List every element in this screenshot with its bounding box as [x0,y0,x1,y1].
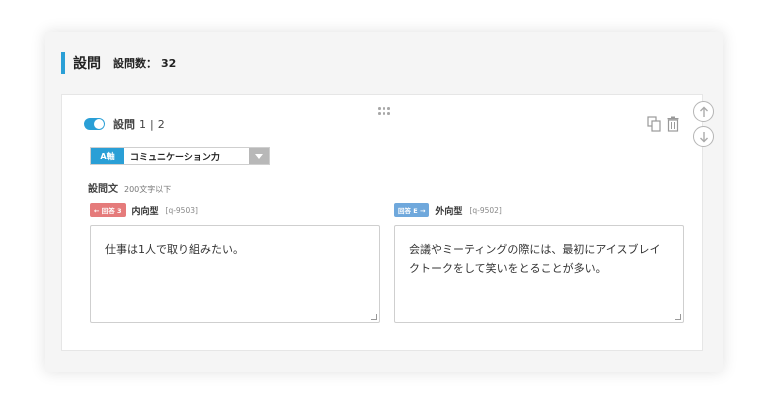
option-right-type: 外向型 [435,206,463,217]
question-header: 設問 1 | 2 [84,116,165,132]
option-left-text: 仕事は1人で取り組みたい。 [105,243,244,256]
question-label: 設問 [113,118,135,131]
category-badge: A軸 [91,148,124,164]
chevron-down-icon[interactable] [249,148,269,164]
arrow-down-icon [699,131,708,142]
question-total: 2 [157,117,165,131]
question-text-limit: 200文字以下 [124,185,172,194]
question-separator: | [150,117,154,131]
question-enabled-toggle[interactable] [84,118,105,130]
resize-grip-icon[interactable] [675,314,681,320]
section-title: 設問 [73,56,101,72]
section-header: 設問 設問数： 32 [61,52,176,74]
question-text-label: 設問文 [88,184,118,195]
option-right-badge: 回答 E → [394,203,430,217]
drag-handle-icon[interactable] [378,107,390,117]
option-right-code: [q-9502] [469,205,502,215]
reorder-buttons [693,101,714,147]
card-actions [647,116,679,132]
trash-icon[interactable] [667,116,679,132]
question-card: 設問 1 | 2 A軸 コミュニケーション力 設問文 200文字以下 ← 回答 … [61,94,703,351]
option-left-header: ← 回答 3 内向型 [q-9503] [90,203,198,217]
section-accent-bar [61,52,65,74]
option-right-text: 会議やミーティングの際には、最初にアイスブレイクトークをして笑いをとることが多い… [409,243,661,275]
move-down-button[interactable] [693,126,714,147]
category-select[interactable]: A軸 コミュニケーション力 [90,147,270,165]
question-number: 1 [139,117,146,131]
question-text-label-row: 設問文 200文字以下 [88,180,171,195]
option-left-textarea[interactable]: 仕事は1人で取り組みたい。 [90,225,380,323]
copy-icon[interactable] [647,116,661,132]
question-count-value: 32 [161,56,177,70]
move-up-button[interactable] [693,101,714,122]
category-value: コミュニケーション力 [130,152,220,163]
question-section-panel: 設問 設問数： 32 設問 1 | 2 A軸 コミュニケーション力 設問文 20… [45,32,723,372]
option-left-type: 内向型 [131,206,159,217]
option-right-textarea[interactable]: 会議やミーティングの際には、最初にアイスブレイクトークをして笑いをとることが多い… [394,225,684,323]
option-right-header: 回答 E → 外向型 [q-9502] [394,203,502,217]
option-left-badge: ← 回答 3 [90,203,126,217]
question-count-label: 設問数： [113,57,157,70]
option-left-code: [q-9503] [165,205,198,215]
resize-grip-icon[interactable] [371,314,377,320]
arrow-up-icon [699,106,708,117]
